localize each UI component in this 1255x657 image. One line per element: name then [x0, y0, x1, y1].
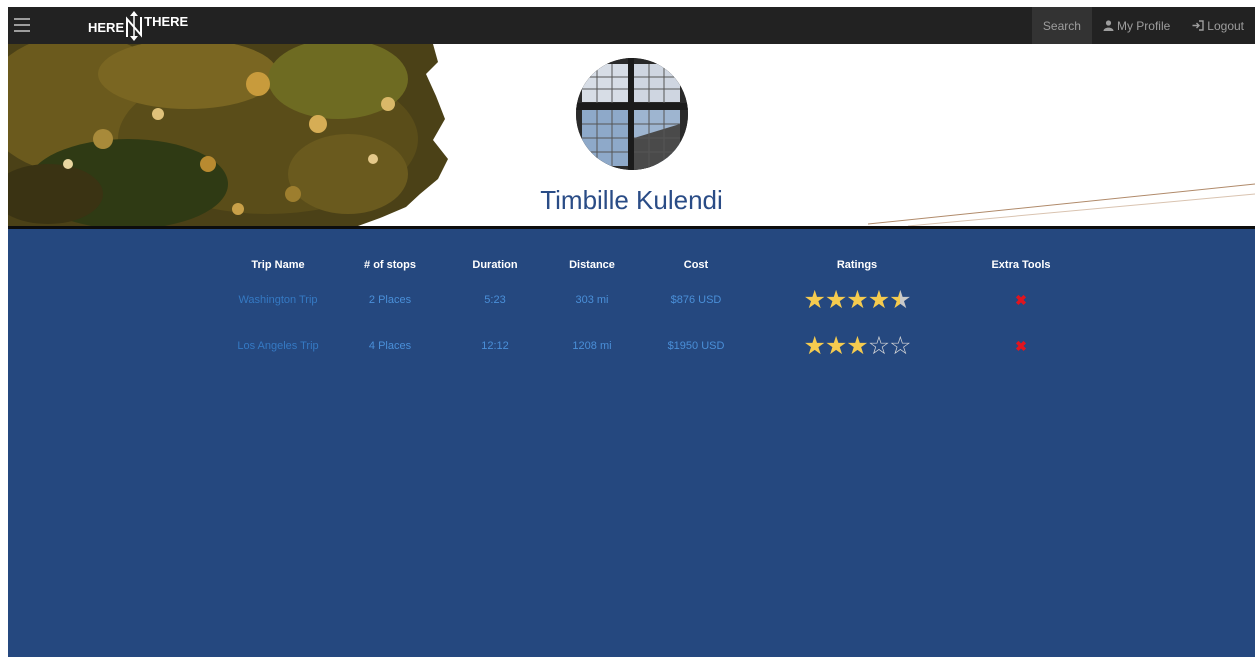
- brand-left-text: HERE: [88, 20, 125, 35]
- trip-name-link[interactable]: Washington Trip: [222, 277, 334, 323]
- header-ratings: Ratings: [836, 259, 878, 271]
- rating-stars: ★★★★★: [803, 286, 911, 314]
- n-compass-logo-icon: [126, 11, 143, 41]
- profile-name: Timbille Kulendi: [540, 185, 723, 215]
- star-icon: ★: [824, 286, 847, 314]
- login-arrow-icon: [1192, 20, 1204, 31]
- star-icon: ★: [846, 286, 868, 314]
- trip-distance: 303 mi: [575, 294, 609, 306]
- window-photo-image: [576, 58, 688, 170]
- my-profile-label: My Profile: [1116, 18, 1171, 33]
- logout-label: Logout: [1207, 18, 1244, 33]
- my-profile-link[interactable]: My Profile: [1092, 7, 1181, 44]
- navbar-right: Search My Profile Logout: [1031, 7, 1255, 44]
- rating-stars: ★★★☆☆: [803, 332, 911, 360]
- header-trip-name: Trip Name: [251, 259, 305, 271]
- user-icon: [1103, 20, 1114, 31]
- star-icon: ★: [846, 332, 868, 360]
- trip-stops: 2 Places: [368, 294, 412, 306]
- brand-right-text: THERE: [144, 14, 189, 29]
- header-cost: Cost: [683, 259, 709, 271]
- search-link[interactable]: Search: [1031, 7, 1092, 44]
- header-stops: # of stops: [364, 259, 416, 271]
- logout-link[interactable]: Logout: [1181, 7, 1255, 44]
- trip-name-link[interactable]: Los Angeles Trip: [222, 323, 334, 369]
- trip-cost: $1950 USD: [667, 340, 725, 352]
- extra-tools-cell: ✖: [962, 277, 1080, 323]
- star-icon: ★: [889, 286, 911, 314]
- delete-x-icon[interactable]: ✖: [1015, 293, 1027, 307]
- delete-x-icon[interactable]: ✖: [1015, 339, 1027, 353]
- header-duration: Duration: [472, 259, 518, 271]
- trip-rating: ★★★★★: [752, 277, 962, 323]
- trip-rating: ★★★☆☆: [752, 323, 962, 369]
- app-frame: HERE THERE Search My Profile Logout Timb…: [8, 7, 1255, 657]
- star-icon: ★: [803, 286, 825, 314]
- trip-distance: 1208 mi: [572, 340, 612, 352]
- brand-logo[interactable]: HERE THERE: [88, 11, 188, 41]
- trip-stops: 4 Places: [368, 340, 412, 352]
- top-navbar: HERE THERE Search My Profile Logout: [8, 7, 1255, 44]
- extra-tools-cell: ✖: [962, 323, 1080, 369]
- trip-duration: 12:12: [481, 340, 509, 352]
- star-icon: ☆: [889, 332, 911, 360]
- trip-cost: $876 USD: [670, 294, 722, 306]
- trips-table: Trip Name # of stops Duration Distance C…: [222, 253, 1080, 369]
- star-icon: ★: [824, 332, 847, 360]
- trips-content: Trip Name # of stops Duration Distance C…: [8, 226, 1255, 657]
- table-row: Washington Trip 2 Places 5:23 303 mi $87…: [222, 277, 1080, 323]
- star-icon: ☆: [867, 332, 890, 360]
- search-link-label: Search: [1042, 18, 1081, 33]
- hamburger-menu-icon[interactable]: [14, 15, 30, 33]
- table-row: Los Angeles Trip 4 Places 12:12 1208 mi …: [222, 323, 1080, 369]
- star-icon: ★: [803, 332, 825, 360]
- header-extra-tools: Extra Tools: [991, 259, 1051, 271]
- profile-banner: Timbille Kulendi: [8, 44, 1255, 226]
- profile-avatar: [576, 58, 688, 170]
- trip-duration: 5:23: [484, 294, 506, 306]
- header-distance: Distance: [569, 259, 615, 271]
- star-icon: ★: [867, 286, 890, 314]
- table-header-row: Trip Name # of stops Duration Distance C…: [222, 253, 1080, 277]
